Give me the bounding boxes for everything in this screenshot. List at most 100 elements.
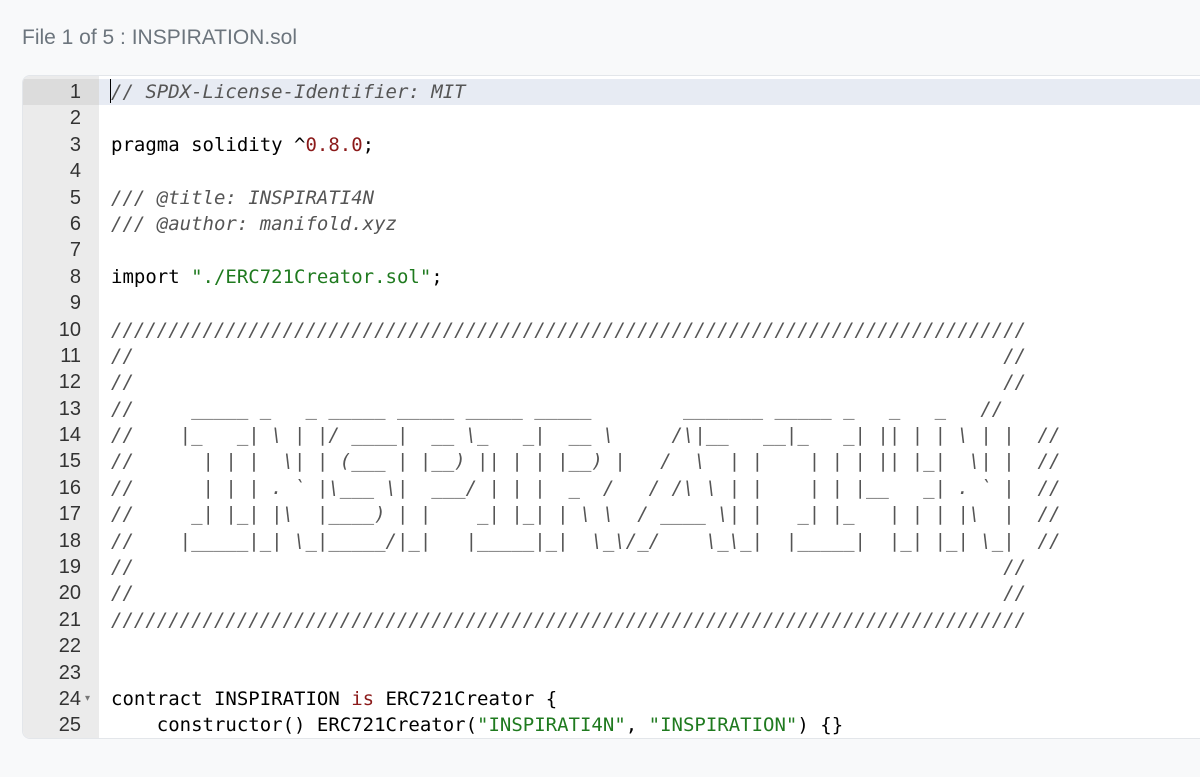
- line-number: 5: [69, 186, 81, 209]
- line-code: // | | | \| | (___ | |__) || | | |__) | …: [111, 448, 1060, 474]
- code-line[interactable]: 16 // | | | . ` |\___ \| ___/ | | | _ / /…: [23, 475, 1200, 501]
- line-number: 17: [58, 503, 81, 526]
- code-token: constructor() ERC721Creator(: [111, 714, 478, 737]
- line-number: 1: [69, 81, 81, 103]
- code-token: contract INSPIRATION: [111, 687, 352, 710]
- line-code: pragma solidity ^0.8.0;: [111, 132, 374, 158]
- line-code: // _____ _ _ _____ _____ _____ _____ ___…: [111, 396, 1003, 422]
- code-line[interactable]: 17 // _| |_| |\ |____) | | _| |_| | \ \ /…: [23, 501, 1200, 527]
- line-code: ////////////////////////////////////////…: [111, 607, 1026, 633]
- line-code: constructor() ERC721Creator("INSPIRATI4N…: [111, 712, 843, 738]
- code-line[interactable]: 1 // SPDX-License-Identifier: MIT: [23, 79, 1200, 105]
- code-token: ////////////////////////////////////////…: [111, 608, 1027, 631]
- line-number: 19: [58, 556, 81, 579]
- code-token: // |_ _| \ | |/ ____| __ \_ _| __ \ /\|_…: [111, 424, 1061, 447]
- code-line[interactable]: 18 // |_____|_| \_|_____/|_| |_____|_| \_…: [23, 528, 1200, 554]
- line-code: // |_ _| \ | |/ ____| __ \_ _| __ \ /\|_…: [111, 422, 1060, 448]
- line-code: // //: [111, 580, 1026, 606]
- code-line[interactable]: 3 pragma solidity ^0.8.0;: [23, 132, 1200, 158]
- line-code: // _| |_| |\ |____) | | _| |_| | \ \ / _…: [111, 501, 1060, 527]
- code-token: // SPDX-License-Identifier: MIT: [111, 81, 466, 103]
- code-token: /// @author: manifold.xyz: [111, 212, 397, 235]
- code-token: ;: [431, 265, 443, 288]
- line-code: contract INSPIRATION is ERC721Creator {: [111, 686, 557, 712]
- code-line[interactable]: 8 import "./ERC721Creator.sol";: [23, 264, 1200, 290]
- line-number: 8: [69, 265, 81, 288]
- code-line[interactable]: 22: [23, 633, 1200, 659]
- code-line[interactable]: 25 constructor() ERC721Creator("INSPIRAT…: [23, 712, 1200, 738]
- code-token: 0.8.0: [305, 133, 363, 156]
- code-token: // | | | \| | (___ | |__) || | | |__) | …: [111, 450, 1061, 473]
- code-token: pragma solidity ^: [111, 133, 306, 156]
- code-line[interactable]: 23: [23, 660, 1200, 686]
- line-number: 25: [58, 714, 81, 737]
- code-token: "INSPIRATION": [648, 714, 798, 737]
- code-token: "./ERC721Creator.sol": [191, 265, 432, 288]
- code-editor[interactable]: 1// SPDX-License-Identifier: MIT 2 3 pragma…: [22, 75, 1200, 739]
- line-number: 7: [69, 239, 81, 262]
- line-code: // |_____|_| \_|_____/|_| |_____|_| \_\/…: [111, 528, 1060, 554]
- code-token: // _____ _ _ _____ _____ _____ _____ ___…: [111, 397, 1004, 420]
- code-line[interactable]: 4: [23, 158, 1200, 184]
- code-line[interactable]: 13 // _____ _ _ _____ _____ _____ _____ _…: [23, 396, 1200, 422]
- code-token: // //: [111, 344, 1027, 367]
- code-line[interactable]: 15 // | | | \| | (___ | |__) || | | |__) …: [23, 448, 1200, 474]
- line-code: /// @title: INSPIRATI4N: [111, 185, 374, 211]
- line-number: 15: [58, 450, 81, 473]
- line-number: 18: [58, 529, 81, 552]
- line-number: 20: [58, 582, 81, 605]
- code-token: // | | | . ` |\___ \| ___/ | | | _ / / /…: [111, 476, 1061, 499]
- code-line[interactable]: 19 // //: [23, 554, 1200, 580]
- code-line[interactable]: 6 /// @author: manifold.xyz: [23, 211, 1200, 237]
- code-line[interactable]: 5 /// @title: INSPIRATI4N: [23, 185, 1200, 211]
- line-number: 22: [58, 635, 81, 658]
- line-number: 10: [58, 318, 81, 341]
- code-token: ) {}: [797, 714, 844, 737]
- code-token: "INSPIRATI4N": [477, 714, 626, 737]
- line-code: // SPDX-License-Identifier: MIT: [111, 79, 466, 105]
- code-line[interactable]: 14 // |_ _| \ | |/ ____| __ \_ _| __ \ /\…: [23, 422, 1200, 448]
- line-code: import "./ERC721Creator.sol";: [111, 264, 443, 290]
- code-token: // |_____|_| \_|_____/|_| |_____|_| \_\/…: [111, 529, 1061, 552]
- code-token: import: [111, 265, 192, 288]
- line-number: 12: [58, 371, 81, 394]
- code-token: ;: [362, 133, 375, 156]
- line-number: 16: [58, 476, 81, 499]
- code-line[interactable]: 24 ▾ contract INSPIRATION is ERC721Creator…: [23, 686, 1200, 712]
- line-code: // //: [111, 554, 1026, 580]
- line-number: 14: [58, 424, 81, 447]
- code-line[interactable]: 21 //////////////////////////////////////…: [23, 607, 1200, 633]
- code-lines[interactable]: 1// SPDX-License-Identifier: MIT 2 3 pragma…: [23, 79, 1200, 738]
- line-number: 6: [69, 212, 81, 235]
- line-code: ////////////////////////////////////////…: [111, 317, 1026, 343]
- code-line[interactable]: 12 // //: [23, 369, 1200, 395]
- code-line[interactable]: 7: [23, 237, 1200, 263]
- code-token: ERC721Creator {: [374, 687, 558, 710]
- line-number: 11: [60, 344, 81, 367]
- line-number: 24: [58, 687, 81, 710]
- code-line[interactable]: 10 //////////////////////////////////////…: [23, 317, 1200, 343]
- line-number: 21: [58, 608, 81, 631]
- line-number: 9: [69, 292, 81, 315]
- code-line[interactable]: 2: [23, 105, 1200, 131]
- code-token: // _| |_| |\ |____) | | _| |_| | \ \ / _…: [111, 503, 1061, 526]
- line-number: 3: [69, 133, 81, 156]
- fold-toggle-icon[interactable]: ▾: [85, 686, 90, 712]
- line-number: 2: [69, 107, 81, 130]
- line-code: // //: [111, 343, 1026, 369]
- code-token: // //: [111, 582, 1027, 605]
- code-token: /// @title: INSPIRATI4N: [111, 186, 375, 209]
- text-cursor: [110, 79, 111, 103]
- line-code: /// @author: manifold.xyz: [111, 211, 397, 237]
- code-line[interactable]: 9: [23, 290, 1200, 316]
- line-code: // | | | . ` |\___ \| ___/ | | | _ / / /…: [111, 475, 1060, 501]
- code-token: ,: [625, 714, 649, 737]
- code-token: // //: [111, 371, 1027, 394]
- file-header: File 1 of 5 : INSPIRATION.sol: [22, 26, 298, 49]
- line-number: 4: [69, 160, 81, 183]
- code-line[interactable]: 20 // //: [23, 580, 1200, 606]
- code-line[interactable]: 11 // //: [23, 343, 1200, 369]
- code-token: // //: [111, 556, 1027, 579]
- code-token: ////////////////////////////////////////…: [111, 318, 1027, 341]
- line-code: // //: [111, 369, 1026, 395]
